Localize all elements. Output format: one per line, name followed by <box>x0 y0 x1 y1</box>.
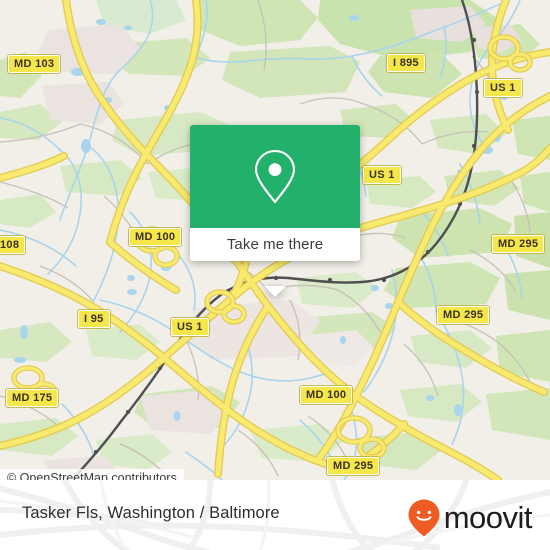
location-title: Tasker Fls, Washington / Baltimore <box>22 504 280 522</box>
take-me-there-label[interactable]: Take me there <box>227 236 323 253</box>
map-screenshot: MD 103 I 895 US 1 US 1 MD 295 108 MD 100 MD 295… <box>0 0 550 550</box>
road-shield: MD 295 <box>492 235 545 253</box>
road-shield: US 1 <box>363 166 401 184</box>
callout-image-area <box>190 125 360 228</box>
road-shield: MD 103 <box>8 55 61 73</box>
pin-icon-wrapper <box>190 125 360 228</box>
road-shield: 108 <box>0 236 26 254</box>
callout-pointer-tail <box>264 286 286 297</box>
callout-action-bar[interactable]: Take me there <box>190 228 360 261</box>
road-shield: MD 295 <box>327 457 380 475</box>
moovit-wordmark: moovit <box>443 500 533 535</box>
road-shield: US 1 <box>171 318 209 336</box>
road-shield: MD 100 <box>300 386 353 404</box>
destination-callout-card[interactable]: Take me there <box>190 125 360 297</box>
road-shield: MD 175 <box>6 389 59 407</box>
road-shield: I 895 <box>387 54 425 72</box>
moovit-logo[interactable]: moovit <box>407 498 533 538</box>
location-pin-icon <box>254 149 296 203</box>
moovit-smiley-pin-icon <box>408 499 440 537</box>
road-shield: I 95 <box>78 310 110 328</box>
road-shield: MD 295 <box>437 306 490 324</box>
road-shield: MD 100 <box>129 228 182 246</box>
road-shield: US 1 <box>484 79 522 97</box>
footer-bar: Tasker Fls, Washington / Baltimore moovi… <box>0 480 550 550</box>
